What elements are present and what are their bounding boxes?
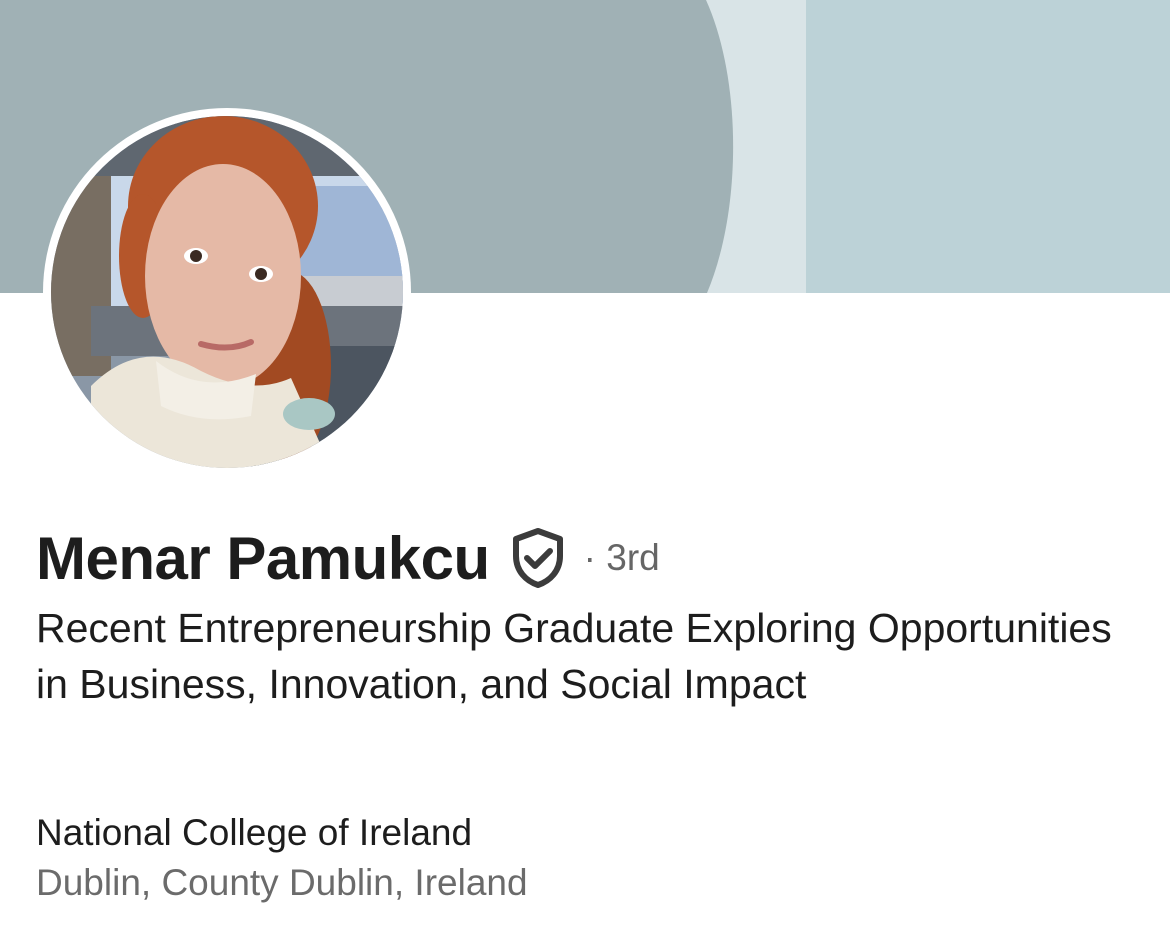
verified-shield-icon[interactable] bbox=[510, 527, 566, 589]
profile-school[interactable]: National College of Ireland bbox=[36, 808, 472, 858]
shield-check-icon bbox=[512, 528, 563, 588]
profile-location: Dublin, County Dublin, Ireland bbox=[36, 862, 528, 903]
avatar-photo bbox=[51, 116, 403, 468]
profile-name-row: Menar Pamukcu · 3rd bbox=[36, 518, 660, 598]
profile-headline: Recent Entrepreneurship Graduate Explori… bbox=[36, 605, 1112, 707]
profile-name: Menar Pamukcu bbox=[36, 524, 490, 592]
connection-degree: · 3rd bbox=[583, 537, 660, 578]
profile-page: Menar Pamukcu · 3rd Recent Entrepreneurs… bbox=[0, 0, 1170, 936]
avatar[interactable] bbox=[51, 116, 403, 468]
